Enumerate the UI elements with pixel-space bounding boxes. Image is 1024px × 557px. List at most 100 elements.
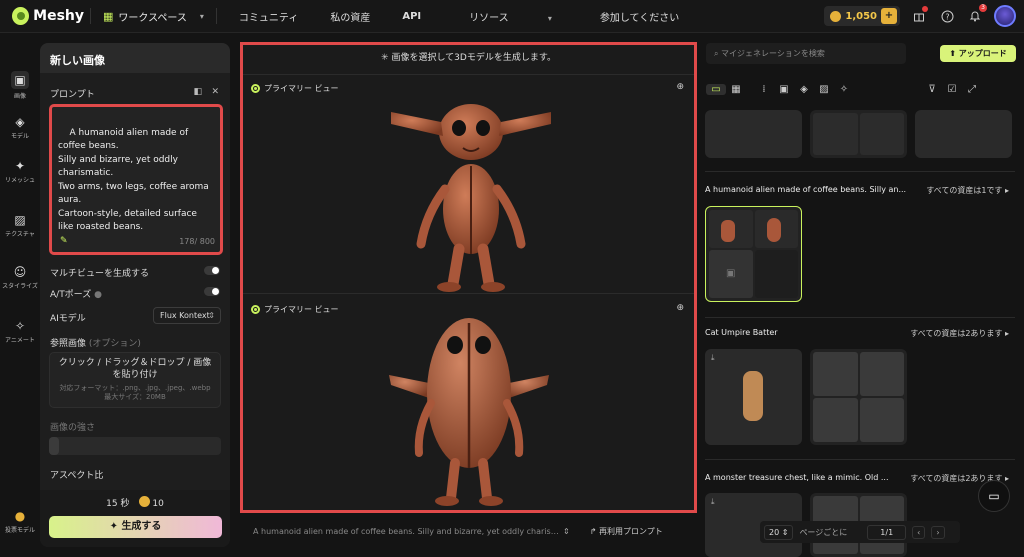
view-all-link[interactable]: すべての資産は2あります ▸	[910, 328, 1009, 339]
brand-name: Meshy	[33, 8, 84, 24]
view-all-link[interactable]: すべての資産は1です ▸	[926, 185, 1009, 196]
coffee-alien-bean-image	[389, 318, 549, 506]
nav-my-assets[interactable]: 私の資産	[314, 9, 386, 24]
ref-optional: (オプション)	[88, 339, 141, 349]
search-input[interactable]: ⌕ マイジェネレーションを検索	[706, 43, 906, 64]
thumb-coffee-1	[709, 210, 753, 248]
grid-view-icon[interactable]: ▦	[726, 84, 746, 95]
cat-umpire-grid-card[interactable]	[810, 349, 907, 445]
zoom-icon[interactable]: ⊕	[676, 303, 684, 313]
generate-button[interactable]: ✦ 生成する	[49, 516, 222, 538]
upload-label: アップロード	[958, 49, 1007, 58]
rail-animate[interactable]: ✧ アニメート	[0, 319, 40, 344]
upload-button[interactable]: ⬆ アップロード	[940, 45, 1016, 62]
shuffle-icon[interactable]: ✕	[211, 87, 219, 97]
thumb	[859, 113, 904, 155]
sparkle-icon: ✦	[109, 521, 118, 532]
multiview-toggle[interactable]	[204, 266, 220, 275]
cat-umpire-card[interactable]: ⤓	[705, 349, 802, 445]
chevron-updown-icon[interactable]: ⇕	[563, 527, 570, 536]
chat-button[interactable]: ▭	[978, 480, 1010, 512]
coffee-alien-card[interactable]: ▣	[705, 206, 802, 302]
texture-filter-icon[interactable]: ▨	[814, 84, 834, 95]
animate-filter-icon[interactable]: ✧	[834, 84, 854, 95]
thumbnail-monster-2[interactable]	[915, 110, 1012, 158]
reuse-prompt-button[interactable]: ↱ 再利用プロンプト	[590, 526, 663, 537]
workspace-menu[interactable]: ▦ ワークスペース ▾	[97, 9, 210, 24]
vote-icon: ●	[14, 509, 26, 523]
help-icon[interactable]: ?	[938, 7, 956, 25]
rail-stylize[interactable]: ☺ スタイライズ	[0, 265, 40, 290]
rail-label: リメッシュ	[4, 177, 35, 184]
download-icon[interactable]: ⤓	[711, 497, 715, 507]
reuse-icon: ↱	[589, 526, 597, 536]
pose-toggle[interactable]	[204, 287, 220, 296]
section-title[interactable]: A humanoid alien made of coffee beans. S…	[705, 185, 906, 194]
view-label: プライマリー ビュー	[264, 305, 339, 314]
section-title[interactable]: Cat Umpire Batter	[705, 328, 778, 337]
bell-icon[interactable]: 3	[966, 4, 987, 25]
expand-icon[interactable]: ◧	[193, 87, 202, 97]
slider-handle[interactable]	[49, 437, 59, 455]
page-indicator: 1/1	[867, 524, 907, 540]
generate-label: 生成する	[121, 521, 162, 532]
bottom-prompt-text[interactable]: A humanoid alien made of coffee beans. S…	[243, 527, 563, 536]
prev-page-button[interactable]: ‹	[912, 525, 926, 539]
credits-badge[interactable]: 1,050 +	[824, 6, 900, 26]
chevron-down-icon: ▾	[199, 11, 204, 21]
aspect-label: アスペクト比	[50, 471, 104, 481]
section-coffee: A humanoid alien made of coffee beans. S…	[705, 185, 1015, 196]
meshy-logo[interactable]: Meshy	[12, 7, 84, 25]
nav-resources[interactable]: リソース ▾	[437, 9, 584, 24]
credit-cost: 10	[152, 499, 164, 509]
nav-join[interactable]: 参加してください	[584, 9, 695, 24]
all-icon[interactable]: ⁞	[754, 84, 774, 95]
view-label-row: プライマリー ビュー	[251, 304, 339, 315]
model-filter-icon[interactable]: ◈	[794, 84, 814, 95]
download-icon[interactable]: ⤓	[711, 353, 715, 363]
next-page-button[interactable]: ›	[931, 525, 945, 539]
sparkle-icon: ✳	[381, 53, 389, 63]
view-card-1[interactable]: プライマリー ビュー ⊕	[243, 76, 694, 294]
filter-icon[interactable]: ⊽	[922, 84, 942, 95]
prompt-input[interactable]: A humanoid alien made of coffee beans. S…	[49, 104, 223, 255]
rail-label: 画像	[13, 93, 26, 100]
section-title[interactable]: A monster treasure chest, like a mimic. …	[705, 473, 889, 482]
texture-icon: ▨	[14, 213, 26, 227]
top-right-tools: 1,050 + ? 3	[824, 4, 1016, 27]
reference-dropzone[interactable]: クリック / ドラッグ＆ドロップ / 画像を貼り付け 対応フォーマット：.png…	[49, 352, 221, 408]
info-icon[interactable]: ●	[94, 290, 102, 300]
rail-image[interactable]: ▣ 画像	[0, 71, 40, 100]
thumb	[813, 398, 858, 442]
thumb-grid	[810, 110, 907, 158]
magic-wand-icon[interactable]: ✎	[60, 235, 68, 249]
nav-api[interactable]: API	[386, 11, 437, 22]
section-chest: A monster treasure chest, like a mimic. …	[705, 473, 1015, 483]
new-image-panel: 新しい画像 プロンプト ◧ ✕ A humanoid alien made of…	[40, 43, 230, 547]
animate-icon: ✧	[14, 319, 26, 333]
per-page-select[interactable]: 20 ⇕	[764, 524, 794, 540]
ai-model-select[interactable]: Flux Kontext ⇕	[153, 307, 221, 324]
view-label-row: プライマリー ビュー	[251, 83, 339, 94]
fullscreen-icon[interactable]: ⤢	[962, 84, 982, 95]
rail-texture[interactable]: ▨ テクスチャ	[0, 213, 40, 238]
rail-remesh[interactable]: ✦ リメッシュ	[0, 159, 40, 184]
radio-selected[interactable]	[251, 84, 260, 93]
zoom-icon[interactable]: ⊕	[676, 82, 684, 92]
add-credits-button[interactable]: +	[881, 8, 897, 24]
image-filter-icon[interactable]: ▣	[774, 84, 794, 95]
rail-vote[interactable]: ● 投票モデル	[0, 509, 40, 534]
nav-community[interactable]: コミュニティ	[223, 9, 314, 24]
folder-icon[interactable]: ▭	[706, 83, 726, 95]
coffee-alien-front-image	[391, 104, 551, 292]
strength-slider[interactable]	[49, 437, 221, 455]
gift-icon[interactable]	[910, 6, 928, 25]
rail-model[interactable]: ◈ モデル	[0, 115, 40, 140]
select-icon[interactable]: ☑	[942, 84, 962, 95]
thumbnail-monster[interactable]	[705, 110, 802, 158]
view-card-2[interactable]: プライマリー ビュー ⊕	[243, 297, 694, 509]
thumbnail-grid[interactable]	[810, 110, 907, 158]
credits-count: 1,050	[845, 10, 877, 22]
avatar[interactable]	[994, 5, 1016, 27]
radio-selected[interactable]	[251, 305, 260, 314]
